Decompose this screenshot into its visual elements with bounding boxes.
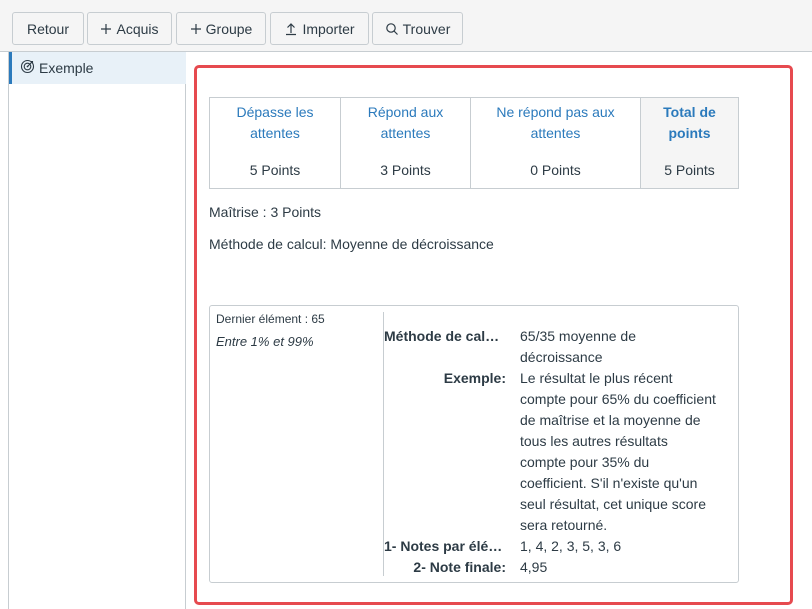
total-points-value: 5 Points [664,162,715,178]
back-button[interactable]: Retour [12,12,84,45]
import-label: Importer [302,20,355,37]
calculation-description-list: Méthode de calcul: 65/35 moyenne de décr… [384,326,734,578]
detail-row: Méthode de calcul: 65/35 moyenne de décr… [384,326,734,368]
outcomes-sidebar: Exemple [8,52,186,609]
calculation-details-box: Dernier élément : 65 Entre 1% et 99% Mét… [209,305,739,583]
weight-range-hint: Entre 1% et 99% [216,334,314,349]
find-button[interactable]: Trouver [372,12,463,45]
rating-column: Répond aux attentes 3 Points [341,98,471,188]
rating-description: Ne répond pas aux attentes [496,104,615,141]
back-button-label: Retour [26,20,70,37]
plus-icon [190,23,202,35]
add-group-button[interactable]: Groupe [176,12,266,45]
find-label: Trouver [402,20,451,37]
detail-row: 1- Notes par élém... 1, 4, 2, 3, 5, 3, 6 [384,536,734,557]
import-button[interactable]: Importer [270,12,369,45]
detail-row: Exemple: Le résultat le plus récent comp… [384,368,734,536]
toolbar: Retour Acquis Groupe Importer Trouver [0,0,812,52]
detail-value: 4,95 [520,559,548,575]
detail-value: 1, 4, 2, 3, 5, 3, 6 [520,538,622,554]
calculation-method: Méthode de calcul: Moyenne de décroissan… [209,236,494,252]
sidebar-item-exemple[interactable]: Exemple [9,52,186,84]
detail-row: 2- Note finale: 4,95 [384,557,734,578]
plus-icon [100,23,112,35]
detail-label: 1- Notes par élém... [384,538,513,554]
rating-column: Ne répond pas aux attentes 0 Points [471,98,641,188]
calculation-input-panel: Dernier élément : 65 Entre 1% et 99% [210,312,384,576]
search-icon [385,22,399,36]
rating-description: Dépasse les attentes [236,104,314,141]
rubric-ratings-table: Dépasse les attentes 5 Points Répond aux… [209,97,739,189]
upload-icon [284,22,298,36]
rating-description: Répond aux attentes [367,104,444,141]
sidebar-item-label: Exemple [39,60,94,76]
detail-label: 2- Note finale: [413,559,506,575]
rating-column: Dépasse les attentes 5 Points [210,98,341,188]
add-group-label: Groupe [205,20,253,37]
rating-points: 3 Points [380,162,431,178]
add-outcome-button[interactable]: Acquis [87,12,172,45]
total-points-label: Total de points [663,104,716,141]
detail-label: Méthode de calcul: [384,328,511,344]
mastery-points: Maîtrise : 3 Points [209,204,322,220]
outcome-target-icon [20,59,35,77]
last-item-weight: Dernier élément : 65 [216,312,325,326]
detail-value: Le résultat le plus récent compte pour 6… [520,370,716,533]
add-outcome-label: Acquis [116,20,159,37]
detail-value: 65/35 moyenne de décroissance [520,328,636,365]
highlight-frame: Dépasse les attentes 5 Points Répond aux… [194,65,793,605]
rating-points: 0 Points [530,162,581,178]
total-points-column: Total de points 5 Points [641,98,738,188]
outcome-detail-panel: Dépasse les attentes 5 Points Répond aux… [187,52,812,609]
detail-label: Exemple: [443,370,506,386]
rating-points: 5 Points [249,162,301,178]
